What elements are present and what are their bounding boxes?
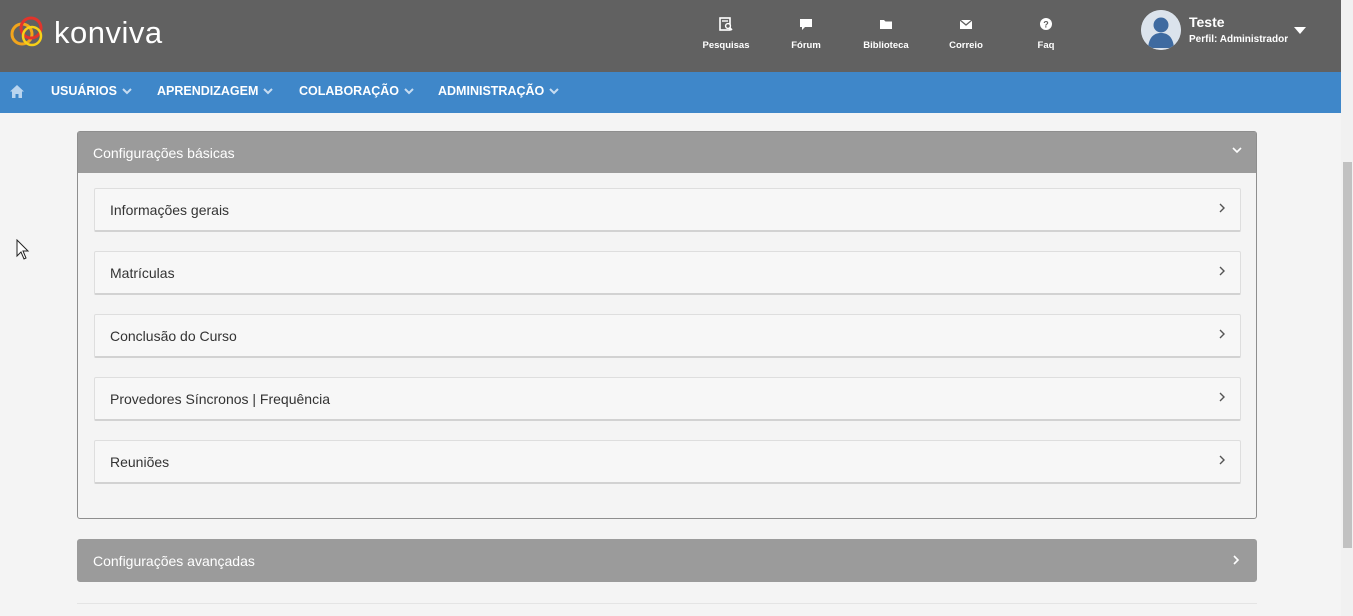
chevron-down-icon	[1232, 147, 1242, 154]
advanced-settings-header[interactable]: Configurações avançadas	[78, 540, 1256, 581]
home-icon[interactable]	[9, 84, 25, 99]
divider	[77, 603, 1257, 604]
shortcut-forum[interactable]: Fórum	[776, 17, 836, 52]
shortcut-faq[interactable]: ? Faq	[1016, 17, 1076, 52]
shortcut-biblioteca[interactable]: Biblioteca	[856, 17, 916, 52]
item-label: Reuniões	[110, 453, 170, 470]
scrollbar-thumb[interactable]	[1343, 162, 1352, 548]
shortcut-label: Correio	[949, 40, 983, 51]
chevron-down-icon	[122, 87, 132, 94]
user-silhouette-icon	[1141, 10, 1181, 50]
basic-settings-header[interactable]: Configurações básicas	[78, 132, 1256, 173]
chevron-right-icon	[1233, 555, 1240, 565]
item-label: Informações gerais	[110, 201, 230, 218]
caret-down-icon[interactable]	[1294, 27, 1306, 35]
shortcut-correio[interactable]: Correio	[936, 17, 996, 52]
panel-title: Configurações básicas	[93, 144, 235, 161]
user-role: Perfil: Administrador	[1189, 34, 1289, 45]
shortcut-pesquisas[interactable]: Pesquisas	[696, 17, 756, 52]
chevron-right-icon	[1219, 392, 1225, 402]
shortcut-label: Pesquisas	[702, 40, 750, 51]
mail-icon	[959, 19, 973, 29]
nav-label: APRENDIZAGEM	[157, 84, 259, 98]
nav-label: USUÁRIOS	[51, 84, 117, 98]
nav-aprendizagem[interactable]: APRENDIZAGEM	[157, 84, 274, 98]
shortcut-label: Faq	[1037, 40, 1055, 51]
nav-label: COLABORAÇÃO	[299, 84, 399, 98]
item-label: Provedores Síncronos | Frequência	[110, 390, 330, 407]
nav-colaboracao[interactable]: COLABORAÇÃO	[299, 84, 414, 98]
chevron-down-icon	[263, 87, 274, 94]
chevron-right-icon	[1219, 266, 1225, 276]
chevron-down-icon	[549, 87, 559, 94]
forum-icon	[800, 19, 812, 30]
nav-label: ADMINISTRAÇÃO	[438, 84, 545, 98]
question-icon: ?	[1040, 18, 1052, 30]
item-matriculas[interactable]: Matrículas	[94, 251, 1241, 295]
konviva-logo[interactable]: konviva	[8, 14, 163, 50]
mouse-cursor-icon	[16, 239, 30, 260]
nav-administracao[interactable]: ADMINISTRAÇÃO	[438, 84, 559, 98]
item-label: Conclusão do Curso	[110, 327, 237, 344]
chevron-right-icon	[1219, 455, 1225, 465]
nav-usuarios[interactable]: USUÁRIOS	[51, 84, 132, 98]
folder-icon	[880, 20, 892, 29]
top-header: konviva Pesquisas Fórum Biblioteca Corre…	[0, 0, 1341, 72]
item-provedores-sincronos[interactable]: Provedores Síncronos | Frequência	[94, 377, 1241, 421]
konviva-logo-icon	[10, 16, 43, 47]
brand-name: konviva	[54, 14, 163, 50]
item-label: Matrículas	[110, 264, 175, 281]
chevron-right-icon	[1219, 329, 1225, 339]
shortcut-label: Fórum	[791, 40, 821, 51]
user-menu[interactable]: Teste Perfil: Administrador	[1141, 10, 1288, 50]
chevron-down-icon	[404, 87, 414, 94]
panel-title: Configurações avançadas	[93, 552, 255, 569]
svg-text:?: ?	[1043, 20, 1049, 30]
survey-icon	[719, 17, 733, 31]
item-conclusao-do-curso[interactable]: Conclusão do Curso	[94, 314, 1241, 358]
shortcut-label: Biblioteca	[863, 40, 909, 51]
main-nav: USUÁRIOS APRENDIZAGEM COLABORAÇÃO ADMINI…	[0, 72, 1341, 113]
item-reunioes[interactable]: Reuniões	[94, 440, 1241, 484]
advanced-settings-panel: Configurações avançadas	[77, 539, 1257, 582]
chevron-right-icon	[1219, 203, 1225, 213]
avatar	[1141, 10, 1181, 50]
basic-settings-panel: Configurações básicas Informações gerais…	[77, 131, 1257, 519]
user-name: Teste	[1189, 14, 1225, 30]
item-informacoes-gerais[interactable]: Informações gerais	[94, 188, 1241, 232]
